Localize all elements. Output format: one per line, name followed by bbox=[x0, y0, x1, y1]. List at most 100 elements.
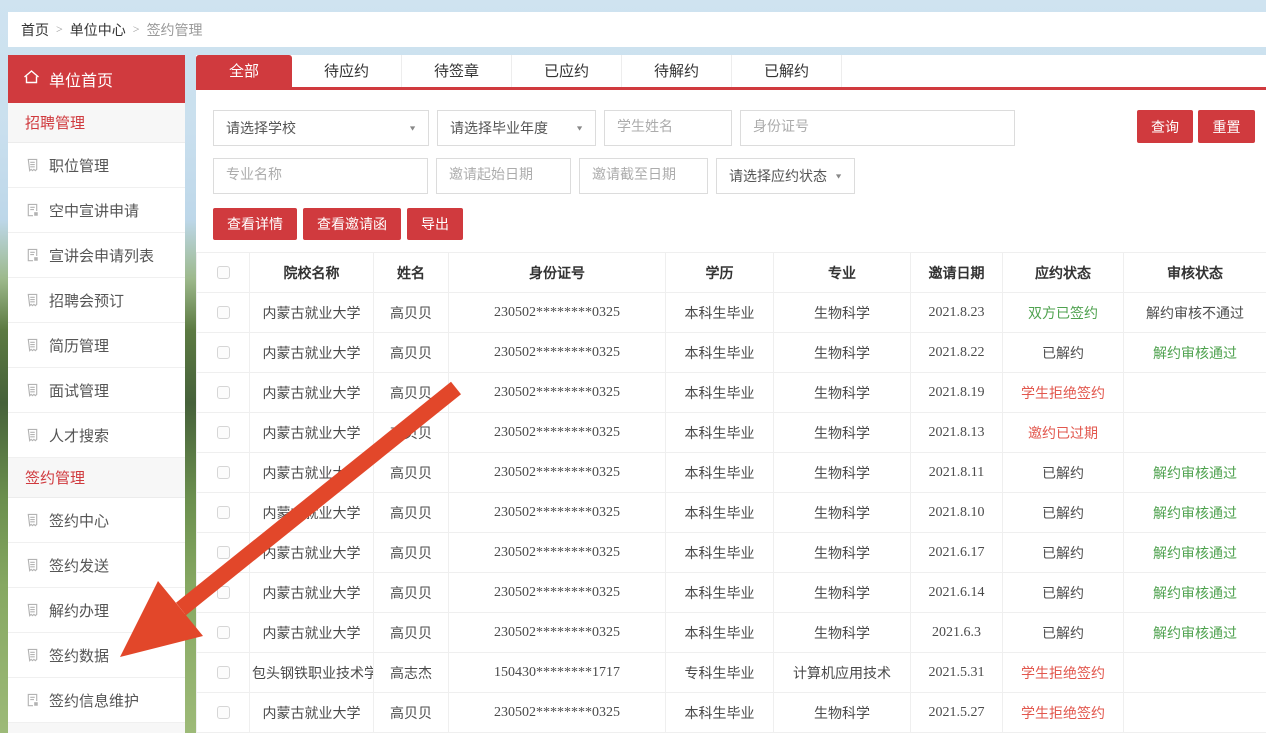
sidebar-header-label: 单位首页 bbox=[49, 67, 113, 91]
row-checkbox[interactable] bbox=[217, 346, 230, 359]
cell-major: 生物科学 bbox=[774, 693, 911, 733]
response-status-select[interactable]: 请选择应约状态▼ bbox=[716, 158, 855, 194]
sidebar-item-sign-info-maintain[interactable]: 签约信息维护 bbox=[8, 678, 185, 723]
tab-responded[interactable]: 已应约 bbox=[512, 55, 622, 87]
table-row: 内蒙古就业大学高贝贝230502********0325本科生毕业生物科学202… bbox=[197, 293, 1266, 333]
sidebar-item-position-management[interactable]: 职位管理 bbox=[8, 143, 185, 188]
cell-major: 生物科学 bbox=[774, 373, 911, 413]
sidebar-section-recruit-management: 招聘管理 bbox=[8, 103, 185, 143]
row-checkbox[interactable] bbox=[217, 666, 230, 679]
row-checkbox[interactable] bbox=[217, 306, 230, 319]
reset-button[interactable]: 重置 bbox=[1198, 110, 1255, 143]
sidebar-item-label: 面试管理 bbox=[49, 380, 109, 401]
sidebar-item-online-presentation-apply[interactable]: 空中宣讲申请 bbox=[8, 188, 185, 233]
cell-education: 专科生毕业 bbox=[666, 653, 774, 693]
sidebar-item-termination-handle[interactable]: 解约办理 bbox=[8, 588, 185, 633]
row-checkbox[interactable] bbox=[217, 586, 230, 599]
cell-invite-date: 2021.8.10 bbox=[911, 493, 1003, 533]
breadcrumb: 首页 > 单位中心 > 签约管理 bbox=[8, 12, 1266, 47]
cell-id-number: 230502********0325 bbox=[449, 533, 666, 573]
breadcrumb-home[interactable]: 首页 bbox=[21, 20, 49, 40]
cell-invite-date: 2021.5.27 bbox=[911, 693, 1003, 733]
view-invitation-button[interactable]: 查看邀请函 bbox=[303, 208, 401, 240]
sidebar-item-resume-management[interactable]: 简历管理 bbox=[8, 323, 185, 368]
cell-name: 高贝贝 bbox=[374, 373, 449, 413]
tab-all[interactable]: 全部 bbox=[196, 55, 292, 87]
col-invite-date: 邀请日期 bbox=[911, 253, 1003, 293]
doc-lines-icon bbox=[25, 603, 40, 618]
cell-major: 生物科学 bbox=[774, 333, 911, 373]
grad-year-select[interactable]: 请选择毕业年度▼ bbox=[437, 110, 596, 146]
cell-audit-status: 解约审核通过 bbox=[1124, 533, 1266, 573]
cell-response-status: 学生拒绝签约 bbox=[1003, 373, 1124, 413]
doc-edit-icon bbox=[25, 693, 40, 708]
cell-name: 高贝贝 bbox=[374, 613, 449, 653]
row-checkbox[interactable] bbox=[217, 426, 230, 439]
table-row: 内蒙古就业大学高贝贝230502********0325本科生毕业生物科学202… bbox=[197, 613, 1266, 653]
cell-school: 内蒙古就业大学 bbox=[250, 413, 374, 453]
tab-terminated[interactable]: 已解约 bbox=[732, 55, 842, 87]
cell-major: 生物科学 bbox=[774, 453, 911, 493]
school-select[interactable]: 请选择学校▼ bbox=[213, 110, 429, 146]
export-button[interactable]: 导出 bbox=[407, 208, 463, 240]
row-checkbox-cell bbox=[197, 493, 250, 533]
cell-name: 高贝贝 bbox=[374, 573, 449, 613]
select-all-checkbox[interactable] bbox=[217, 266, 230, 279]
row-checkbox[interactable] bbox=[217, 506, 230, 519]
sidebar-item-sign-send[interactable]: 签约发送 bbox=[8, 543, 185, 588]
cell-audit-status: 解约审核通过 bbox=[1124, 493, 1266, 533]
tab-pending-termination[interactable]: 待解约 bbox=[622, 55, 732, 87]
cell-school: 内蒙古就业大学 bbox=[250, 573, 374, 613]
row-checkbox[interactable] bbox=[217, 386, 230, 399]
cell-school: 内蒙古就业大学 bbox=[250, 453, 374, 493]
cell-id-number: 230502********0325 bbox=[449, 453, 666, 493]
view-detail-button[interactable]: 查看详情 bbox=[213, 208, 297, 240]
search-button[interactable]: 查询 bbox=[1137, 110, 1193, 143]
sidebar-item-sign-data[interactable]: 签约数据 bbox=[8, 633, 185, 678]
sidebar-item-interview-management[interactable]: 面试管理 bbox=[8, 368, 185, 413]
row-checkbox-cell bbox=[197, 613, 250, 653]
cell-invite-date: 2021.6.3 bbox=[911, 613, 1003, 653]
table-row: 内蒙古就业大学高贝贝230502********0325本科生毕业生物科学202… bbox=[197, 493, 1266, 533]
cell-invite-date: 2021.8.23 bbox=[911, 293, 1003, 333]
breadcrumb-unit-center[interactable]: 单位中心 bbox=[70, 20, 126, 40]
row-checkbox[interactable] bbox=[217, 546, 230, 559]
cell-invite-date: 2021.6.17 bbox=[911, 533, 1003, 573]
table-body: 内蒙古就业大学高贝贝230502********0325本科生毕业生物科学202… bbox=[197, 293, 1266, 733]
sidebar-item-sign-center[interactable]: 签约中心 bbox=[8, 498, 185, 543]
cell-id-number: 230502********0325 bbox=[449, 373, 666, 413]
row-checkbox-cell bbox=[197, 533, 250, 573]
major-input[interactable] bbox=[213, 158, 428, 194]
cell-response-status: 已解约 bbox=[1003, 453, 1124, 493]
sidebar-item-talent-search[interactable]: 人才搜索 bbox=[8, 413, 185, 458]
id-number-input[interactable] bbox=[740, 110, 1015, 146]
breadcrumb-separator: > bbox=[133, 22, 140, 37]
invite-end-date-input[interactable] bbox=[579, 158, 708, 194]
row-checkbox[interactable] bbox=[217, 466, 230, 479]
sidebar-item-job-fair-booking[interactable]: 招聘会预订 bbox=[8, 278, 185, 323]
invite-start-date-input[interactable] bbox=[436, 158, 571, 194]
sidebar-item-presentation-apply-list[interactable]: 宣讲会申请列表 bbox=[8, 233, 185, 278]
cell-education: 本科生毕业 bbox=[666, 613, 774, 653]
cell-school: 内蒙古就业大学 bbox=[250, 533, 374, 573]
cell-response-status: 双方已签约 bbox=[1003, 293, 1124, 333]
tab-pending-seal[interactable]: 待签章 bbox=[402, 55, 512, 87]
cell-response-status: 邀约已过期 bbox=[1003, 413, 1124, 453]
sidebar-item-label: 简历管理 bbox=[49, 335, 109, 356]
filter-row-1: 请选择学校▼请选择毕业年度▼ bbox=[213, 110, 1015, 146]
row-checkbox[interactable] bbox=[217, 626, 230, 639]
cell-id-number: 230502********0325 bbox=[449, 693, 666, 733]
tab-pending-response[interactable]: 待应约 bbox=[292, 55, 402, 87]
results-table-wrap: 院校名称 姓名 身份证号 学历 专业 邀请日期 应约状态 审核状态 内蒙古就业大… bbox=[196, 252, 1266, 733]
sidebar-item-label: 签约数据 bbox=[49, 645, 109, 666]
student-name-input[interactable] bbox=[604, 110, 732, 146]
cell-invite-date: 2021.6.14 bbox=[911, 573, 1003, 613]
cell-response-status: 已解约 bbox=[1003, 573, 1124, 613]
row-checkbox[interactable] bbox=[217, 706, 230, 719]
cell-audit-status bbox=[1124, 413, 1266, 453]
doc-edit-icon bbox=[25, 248, 40, 263]
cell-education: 本科生毕业 bbox=[666, 373, 774, 413]
sidebar-header[interactable]: 单位首页 bbox=[8, 55, 185, 103]
cell-id-number: 230502********0325 bbox=[449, 413, 666, 453]
cell-major: 计算机应用技术 bbox=[774, 653, 911, 693]
